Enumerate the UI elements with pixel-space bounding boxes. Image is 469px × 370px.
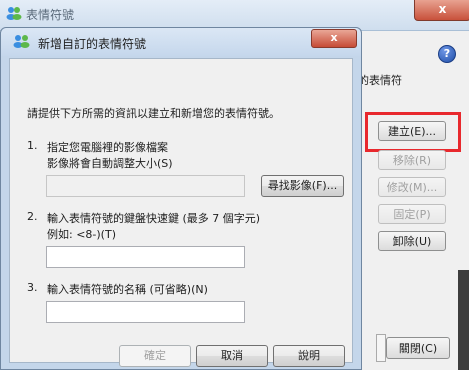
name-input[interactable] — [46, 301, 245, 323]
background-panel-edge — [376, 334, 386, 362]
uninstall-button[interactable]: 卸除(U) — [378, 231, 446, 251]
pin-button[interactable]: 固定(P) — [378, 204, 446, 224]
messenger-buddy-icon — [6, 7, 22, 20]
intro-text: 請提供下方所需的資訊以建立和新增您的表情符號。 — [27, 107, 280, 120]
edit-button[interactable]: 修改(M)... — [378, 177, 446, 197]
cancel-button[interactable]: 取消 — [196, 345, 268, 367]
add-emoticon-dialog: 新增自訂的表情符號 x 請提供下方所需的資訊以建立和新增您的表情符號。 1. 指… — [0, 27, 362, 370]
step2-label: 輸入表情符號的鍵盤快速鍵 (最多 7 個字元) — [47, 212, 261, 225]
step2-number: 2. — [27, 210, 38, 223]
step2-example: 例如: <8-)(T) — [47, 228, 116, 241]
background-window-title: 表情符號 — [26, 8, 75, 22]
ok-button[interactable]: 確定 — [119, 345, 191, 367]
step3-number: 3. — [27, 281, 38, 294]
messenger-buddy-icon — [13, 35, 30, 48]
dialog-body: 請提供下方所需的資訊以建立和新增您的表情符號。 1. 指定您電腦裡的影像檔案 影… — [9, 58, 353, 367]
background-close-button[interactable]: x — [414, 0, 469, 21]
browse-image-button[interactable]: 尋找影像(F)... — [261, 175, 344, 197]
step1-label: 指定您電腦裡的影像檔案 — [47, 141, 168, 154]
step1-sublabel: 影像將會自動調整大小(S) — [47, 157, 173, 170]
step3-label: 輸入表情符號的名稱 (可省略)(N) — [47, 283, 208, 296]
create-button[interactable]: 建立(E)... — [378, 121, 446, 141]
dialog-titlebar: 新增自訂的表情符號 x — [1, 28, 361, 56]
help-icon[interactable]: ? — [438, 45, 456, 63]
help-button[interactable]: 說明 — [273, 345, 345, 367]
window-edge — [458, 270, 469, 370]
step1-number: 1. — [27, 139, 38, 152]
shortcut-input[interactable] — [46, 246, 245, 268]
image-file-field[interactable] — [46, 175, 245, 197]
close-button[interactable]: 關閉(C) — [386, 337, 450, 359]
remove-button[interactable]: 移除(R) — [378, 150, 446, 170]
dialog-title: 新增自訂的表情符號 — [38, 37, 147, 51]
dialog-close-button[interactable]: x — [311, 29, 357, 48]
